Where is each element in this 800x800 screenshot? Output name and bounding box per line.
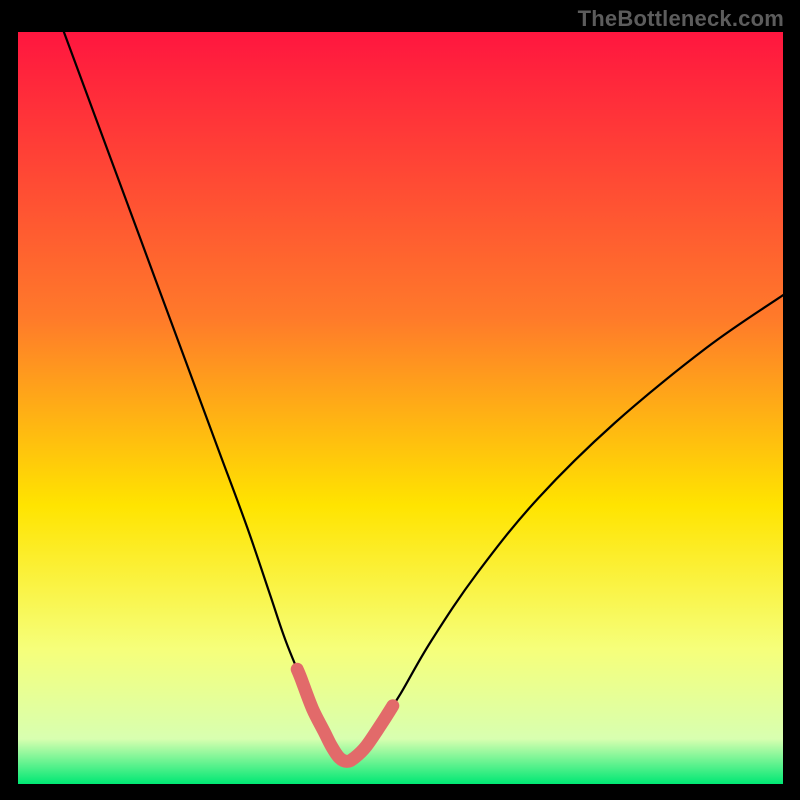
chart-svg <box>18 32 783 784</box>
gradient-background <box>18 32 783 784</box>
plot-area <box>18 32 783 784</box>
chart-frame: TheBottleneck.com <box>0 0 800 800</box>
watermark-label: TheBottleneck.com <box>578 6 784 32</box>
